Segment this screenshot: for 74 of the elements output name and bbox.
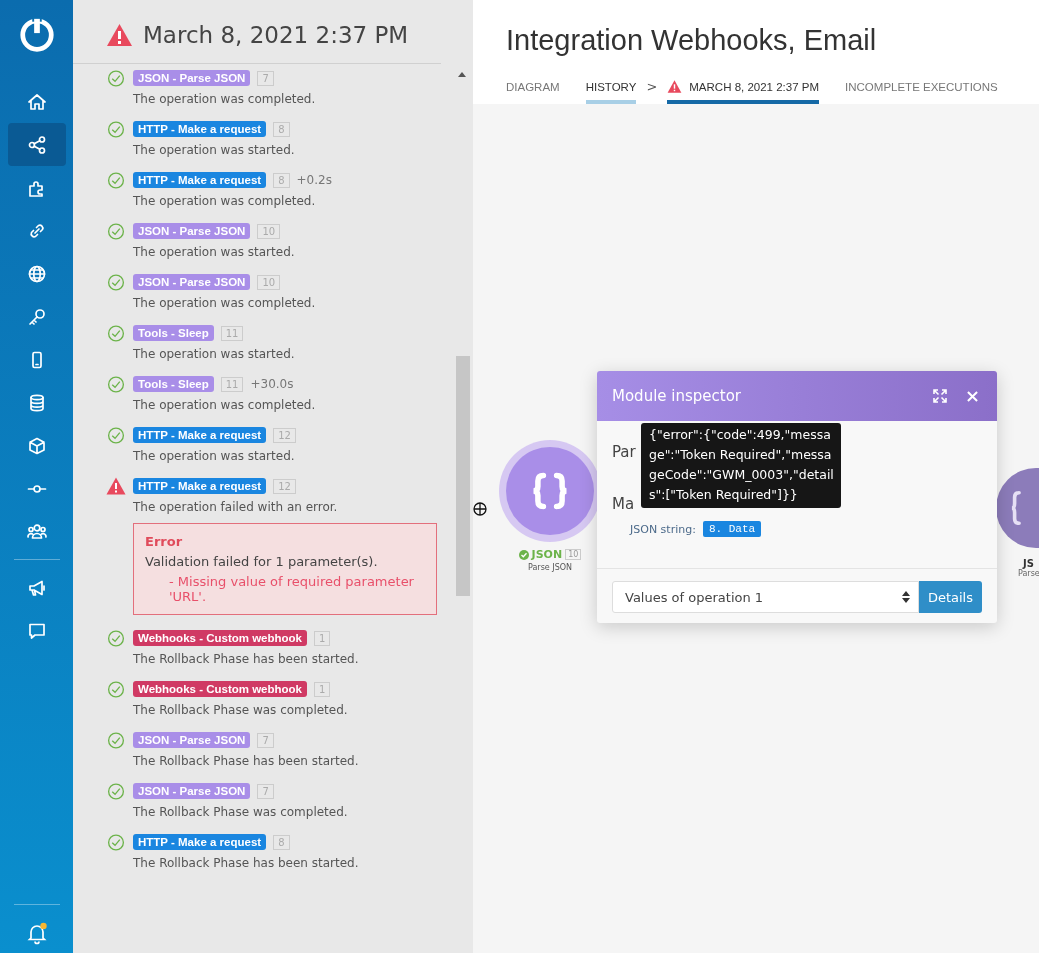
operation-number: 7 (257, 70, 274, 86)
duration-text: +0.2s (296, 173, 332, 187)
operation-number: 11 (220, 325, 244, 341)
log-message: The operation was started. (133, 143, 296, 157)
expand-icon[interactable] (933, 389, 947, 403)
node-subtitle: Parse JSON (528, 563, 572, 572)
tab[interactable]: DIAGRAM (506, 81, 560, 104)
field-label: JSON string: (630, 522, 696, 536)
operation-select[interactable]: Values of operation 1 (612, 581, 919, 613)
operation-number: 8 (273, 121, 290, 137)
log-message: The operation was completed. (133, 296, 317, 310)
node-subtitle: Parse (1018, 569, 1039, 578)
operation-number: 8 (273, 172, 290, 188)
scrollbar-thumb[interactable] (456, 356, 470, 596)
module-tag[interactable]: JSON - Parse JSON (133, 783, 251, 799)
module-tag[interactable]: HTTP - Make a request (133, 427, 267, 443)
logo-icon[interactable] (17, 16, 56, 54)
operation-number: 10 (257, 274, 281, 290)
tooltip: {"error":{"code":499,"message":"Token Required","messageCode":"GWM_0003","details":["Token Required"]}} (641, 423, 841, 508)
duration-text: +30.0s (250, 377, 294, 391)
operation-number: 1 (314, 630, 331, 646)
error-detail: - Missing value of required parameter 'URL'. (169, 574, 415, 604)
module-tag[interactable]: Tools - Sleep (133, 376, 214, 392)
operation-number: 12 (273, 478, 296, 494)
mapped-value-tag: 8. Data (702, 521, 762, 537)
brace-icon (1010, 490, 1021, 526)
log-message: The operation failed with an error. (133, 500, 339, 514)
module-tag[interactable]: JSON - Parse JSON (133, 274, 251, 290)
details-button[interactable]: Details (918, 581, 982, 613)
node-name: JS (1023, 558, 1034, 569)
log-message: The Rollback Phase has been started. (133, 652, 360, 666)
module-tag[interactable]: HTTP - Make a request (133, 121, 267, 137)
log-message: The operation was completed. (133, 398, 317, 412)
module-tag[interactable]: HTTP - Make a request (133, 172, 267, 188)
module-tag[interactable]: JSON - Parse JSON (133, 732, 251, 748)
operation-number: 12 (273, 427, 296, 443)
operation-number: 7 (257, 732, 274, 748)
operation-number: 7 (257, 783, 274, 799)
module-tag[interactable]: JSON - Parse JSON (133, 70, 251, 86)
module-tag[interactable]: HTTP - Make a request (133, 478, 267, 494)
operation-number: 8 (273, 834, 290, 850)
panel-title: Module inspector (612, 387, 743, 405)
log-message: The Rollback Phase has been started. (133, 754, 360, 768)
scenario-title: Integration Webhooks, Email (506, 24, 878, 57)
log-message: The operation was completed. (133, 194, 317, 208)
section-heading: Par (612, 443, 636, 461)
nav-item[interactable] (7, 123, 66, 166)
node-name: JSON (531, 548, 563, 561)
tab[interactable]: INCOMPLETE EXECUTIONS (845, 81, 998, 104)
operation-number: 10 (565, 549, 582, 560)
log-message: The Rollback Phase has been started. (133, 856, 360, 870)
sort-caret-icon (901, 591, 910, 603)
operation-number: 10 (257, 223, 281, 239)
log-message: The operation was completed. (133, 92, 317, 106)
scroll-up-icon[interactable] (458, 72, 466, 77)
log-message: The operation was started. (133, 245, 296, 259)
log-message: The operation was started. (133, 347, 296, 361)
log-message: The Rollback Phase was completed. (133, 805, 349, 819)
close-icon[interactable] (967, 390, 978, 402)
execution-title: March 8, 2021 2:37 PM (143, 22, 409, 48)
error-message: Validation failed for 1 parameter(s). (145, 554, 379, 569)
module-tag[interactable]: Webhooks - Custom webhook (133, 630, 307, 646)
add-circle-icon[interactable] (473, 502, 487, 516)
module-tag[interactable]: HTTP - Make a request (133, 834, 267, 850)
log-message: The Rollback Phase was completed. (133, 703, 349, 717)
module-tag[interactable]: Webhooks - Custom webhook (133, 681, 307, 697)
operation-number: 11 (220, 376, 244, 392)
section-heading: Ma (612, 495, 635, 513)
module-tag[interactable]: Tools - Sleep (133, 325, 214, 341)
module-tag[interactable]: JSON - Parse JSON (133, 223, 251, 239)
operation-number: 1 (314, 681, 331, 697)
breadcrumb-separator: > (646, 79, 658, 96)
log-message: The operation was started. (133, 449, 296, 463)
error-title: Error (145, 534, 184, 549)
